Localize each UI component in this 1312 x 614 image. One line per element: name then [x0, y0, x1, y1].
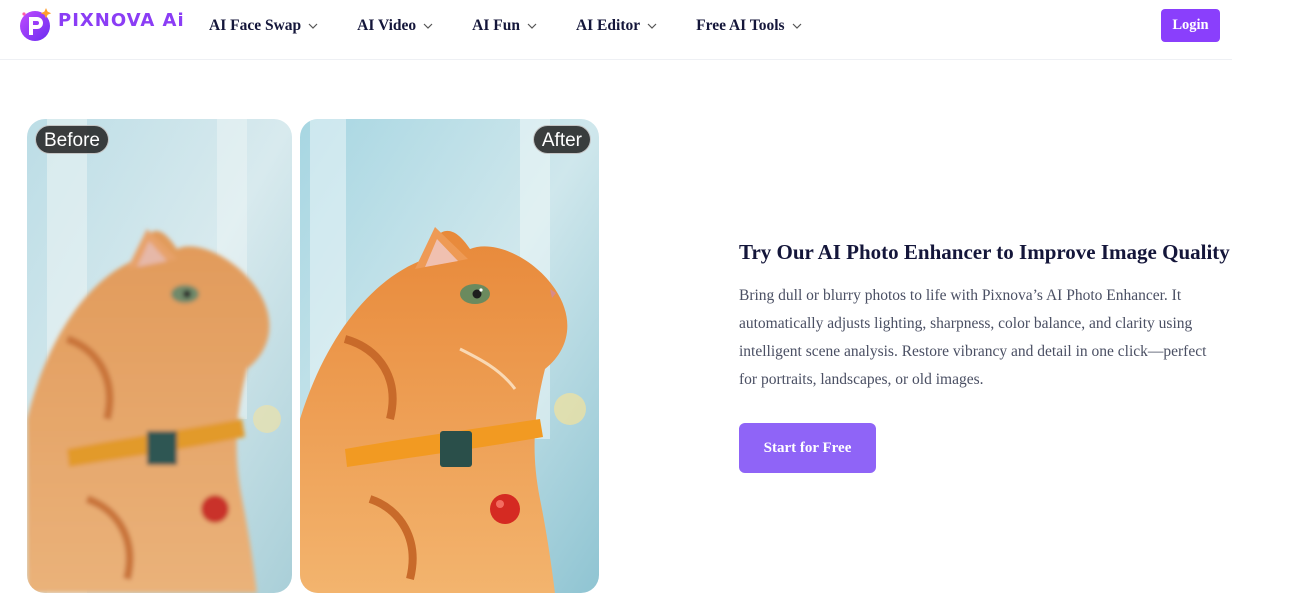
nav-ai-editor[interactable]: AI Editor	[576, 17, 658, 35]
cat-photo-sharp	[300, 119, 599, 593]
nav-free-ai-tools[interactable]: Free AI Tools	[696, 17, 802, 35]
chevron-down-icon	[792, 23, 801, 29]
chevron-down-icon	[423, 23, 433, 29]
chevron-down-icon	[527, 23, 537, 29]
nav-ai-face-swap[interactable]: AI Face Swap	[209, 17, 319, 35]
nav-label: AI Fun	[472, 17, 520, 34]
after-photo: After	[300, 119, 599, 593]
site-header: PIXNOVA Ai AI Face Swap AI Video AI Fun …	[0, 0, 1232, 60]
chevron-down-icon	[308, 23, 318, 29]
before-badge: Before	[35, 125, 109, 154]
logo[interactable]: PIXNOVA Ai	[17, 5, 185, 43]
cat-photo-blurry	[27, 119, 292, 593]
logo-text: PIXNOVA Ai	[58, 9, 185, 31]
feature-title: Try Our AI Photo Enhancer to Improve Ima…	[739, 240, 1230, 264]
nav-ai-video[interactable]: AI Video	[357, 17, 434, 35]
before-photo: Before	[27, 119, 292, 593]
nav-label: AI Face Swap	[209, 17, 302, 34]
main-nav: AI Face Swap AI Video AI Fun AI Editor F…	[209, 0, 841, 52]
nav-label: AI Video	[357, 17, 417, 34]
pixnova-logo-icon	[20, 8, 52, 41]
nav-ai-fun[interactable]: AI Fun	[472, 17, 538, 35]
nav-label: Free AI Tools	[696, 17, 785, 34]
nav-label: AI Editor	[575, 17, 641, 34]
start-for-free-button[interactable]: Start for Free	[739, 423, 876, 473]
login-button[interactable]: Login	[1161, 9, 1220, 42]
feature-description: Bring dull or blurry photos to life with…	[739, 287, 1207, 388]
after-badge: After	[532, 125, 591, 154]
chevron-down-icon	[647, 23, 657, 29]
